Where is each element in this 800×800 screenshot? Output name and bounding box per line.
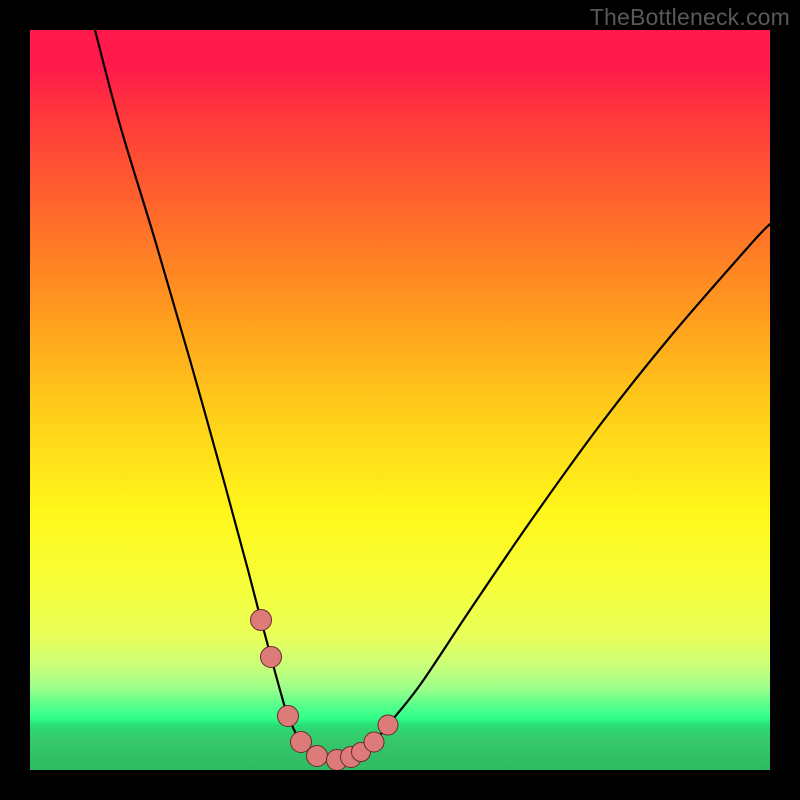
marker-floor-3: [307, 746, 328, 767]
plot-area: [30, 30, 770, 770]
curve-layer: [30, 30, 770, 770]
marker-left-top: [251, 610, 272, 631]
marker-right-2: [364, 732, 384, 752]
marker-floor-1: [278, 706, 299, 727]
marker-right-3: [378, 715, 398, 735]
marker-group: [251, 610, 399, 771]
marker-left-bottom: [261, 647, 282, 668]
watermark-text: TheBottleneck.com: [590, 4, 790, 31]
chart-frame: TheBottleneck.com: [0, 0, 800, 800]
bottleneck-curve: [95, 30, 770, 760]
